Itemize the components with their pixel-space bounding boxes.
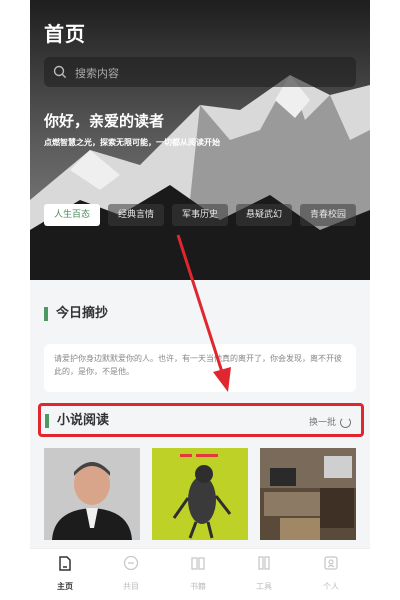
daily-quote-text: 请爱护你身边默默爱你的人。也许，有一天当他真的离开了，你会发现，离不开彼此的，是… bbox=[54, 354, 342, 376]
category-tabs: 人生百态 经典言情 军事历史 悬疑武幻 青春校园 bbox=[44, 204, 370, 228]
novel-section-header: 小说阅读 换一批 bbox=[38, 403, 364, 437]
daily-section-title: 今日摘抄 bbox=[44, 307, 108, 321]
greeting-subtitle: 点燃智慧之光，探索无限可能，一切都从阅读开始 bbox=[44, 138, 220, 147]
category-tab-jingdianyanqing[interactable]: 经典言情 bbox=[108, 204, 164, 226]
room-photo-image bbox=[260, 448, 356, 540]
portrait-image bbox=[44, 448, 140, 540]
category-tab-renshengbaitai[interactable]: 人生百态 bbox=[44, 204, 100, 226]
tab-chat-label: 共目 bbox=[123, 582, 139, 591]
tab-home-label: 主页 bbox=[57, 582, 73, 591]
search-icon bbox=[53, 65, 67, 79]
chat-icon bbox=[123, 555, 139, 571]
novel-cover-list bbox=[44, 448, 356, 540]
refresh-label: 换一批 bbox=[308, 418, 336, 428]
novel-cover-2[interactable] bbox=[152, 448, 248, 540]
refresh-icon bbox=[340, 417, 351, 428]
tab-tools[interactable]: 工具 bbox=[239, 555, 289, 592]
app-screen: 首页 搜索内容 你好，亲爱的读者 点燃智慧之光，探索无限可能，一切都从阅读开始 … bbox=[30, 0, 370, 600]
bottom-tab-bar: 主页 共目 书籍 工具 个人 bbox=[30, 548, 370, 600]
tab-books[interactable]: 书籍 bbox=[173, 555, 223, 592]
tool-icon bbox=[258, 556, 270, 570]
category-tab-qingchunxiaoyuan[interactable]: 青春校园 bbox=[300, 204, 356, 226]
category-tab-xuanyiwuhuan[interactable]: 悬疑武幻 bbox=[236, 204, 292, 226]
refresh-button[interactable]: 换一批 bbox=[309, 415, 351, 428]
tab-chat[interactable]: 共目 bbox=[106, 555, 156, 592]
tab-books-label: 书籍 bbox=[190, 582, 206, 591]
category-tab-junshilishi[interactable]: 军事历史 bbox=[172, 204, 228, 226]
novel-cover-1[interactable] bbox=[44, 448, 140, 540]
search-bar[interactable]: 搜索内容 bbox=[44, 57, 356, 87]
hero-banner: 首页 搜索内容 你好，亲爱的读者 点燃智慧之光，探索无限可能，一切都从阅读开始 … bbox=[30, 0, 370, 280]
book-icon bbox=[191, 557, 205, 570]
book-cover-image bbox=[152, 448, 248, 540]
tab-tools-label: 工具 bbox=[256, 582, 272, 591]
greeting-heading: 你好，亲爱的读者 bbox=[44, 112, 165, 130]
tab-profile[interactable]: 个人 bbox=[306, 555, 356, 592]
novel-cover-3[interactable] bbox=[260, 448, 356, 540]
person-icon bbox=[324, 556, 338, 570]
home-icon bbox=[59, 556, 71, 571]
novel-section-title: 小说阅读 bbox=[45, 414, 109, 428]
tab-profile-label: 个人 bbox=[323, 582, 339, 591]
page-title: 首页 bbox=[44, 22, 86, 46]
search-input[interactable]: 搜索内容 bbox=[75, 65, 119, 81]
daily-quote-card[interactable]: 请爱护你身边默默爱你的人。也许，有一天当他真的离开了，你会发现，离不开彼此的，是… bbox=[44, 344, 356, 392]
tab-home[interactable]: 主页 bbox=[40, 555, 90, 592]
